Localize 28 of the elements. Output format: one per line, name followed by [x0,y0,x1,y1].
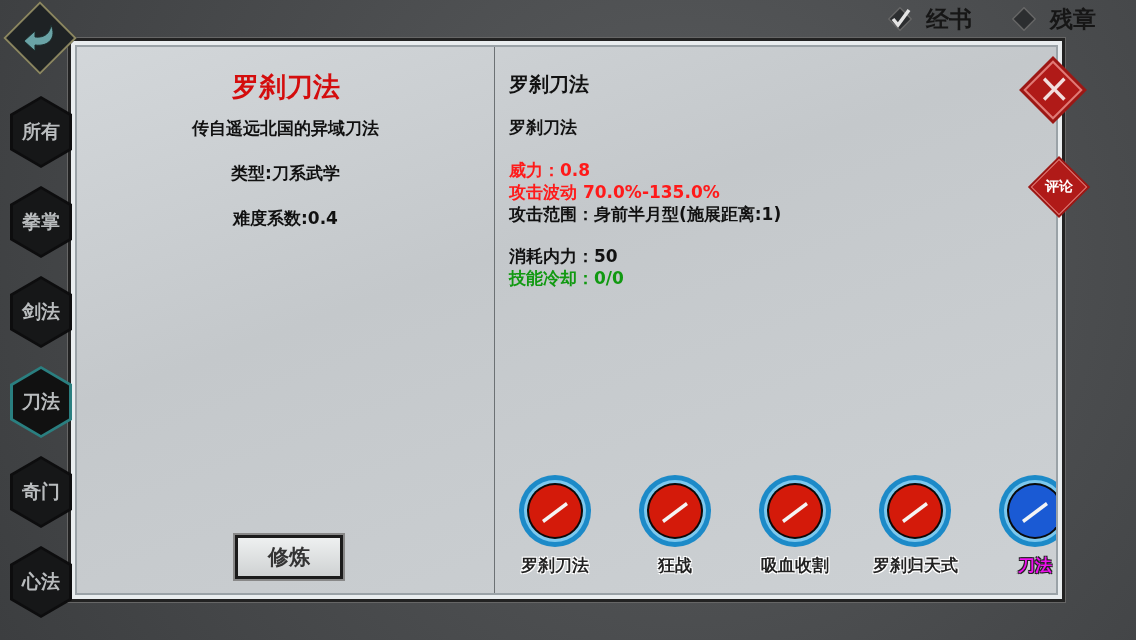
skill-icon[interactable] [518,474,592,548]
skill-name-heading: 罗刹刀法 [509,116,577,139]
skill-name: 吸血收割 [761,554,829,577]
skill-icon[interactable] [758,474,832,548]
skill-icon[interactable] [638,474,712,548]
skill-stat: 消耗内力：50 [509,245,618,267]
skill-stat: 威力：0.8 [509,159,591,181]
book-difficulty: 难度系数:0.4 [233,207,338,230]
train-button[interactable]: 修炼 [234,535,343,579]
category-tab[interactable]: 刀法 [10,366,72,438]
book-title: 罗刹刀法 [231,70,340,104]
skill-name: 罗刹归天式 [872,554,958,577]
skill-name: 刀法 [1018,554,1052,577]
skill-stat: 攻击波动 70.0%-135.0% [509,181,720,203]
book-type: 类型:刀系武学 [231,162,340,185]
skill-stat: 攻击范围：身前半月型(施展距离:1) [509,203,782,225]
skill-icon[interactable] [998,474,1056,548]
skill-name: 罗刹刀法 [521,554,589,577]
skill-title: 罗刹刀法 [509,71,589,98]
skill-stat: 技能冷却：0/0 [509,267,624,289]
skill-name: 狂战 [658,554,692,577]
book-description: 传自遥远北国的异域刀法 [192,117,379,140]
skill-icon[interactable] [878,474,952,548]
category-tab[interactable]: 剑法 [10,276,72,348]
category-tab[interactable]: 奇门 [10,456,72,528]
category-tab[interactable]: 所有 [10,96,72,168]
category-tab[interactable]: 心法 [10,546,72,618]
category-tab[interactable]: 拳掌 [10,186,72,258]
